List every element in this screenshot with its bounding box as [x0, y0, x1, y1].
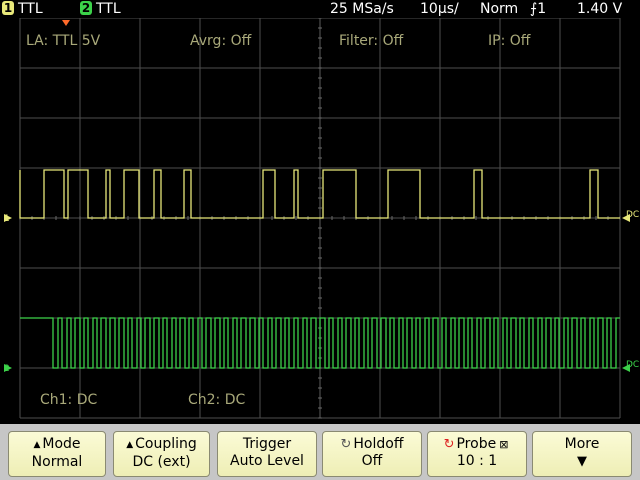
- trigger-label: Trigger: [242, 436, 292, 452]
- probe-label: Probe: [456, 436, 497, 452]
- ch1-right-label: DC: [626, 210, 639, 220]
- ch2-level-marker[interactable]: 2: [4, 364, 12, 374]
- more-label: More: [564, 436, 600, 452]
- ch2-label: TTL: [96, 1, 121, 17]
- trigger-position-marker: [62, 20, 70, 26]
- filter-label: Filter: Off: [339, 33, 404, 49]
- coupling-softkey[interactable]: ▲ Coupling DC (ext): [113, 431, 210, 477]
- ch2-status: 2 TTL: [80, 0, 121, 18]
- ch1-coupling-label: Ch1: DC: [40, 392, 98, 408]
- waveform-display[interactable]: 1 2 DC DC LA: TTL 5V Avrg: Off Filter: O…: [0, 18, 640, 424]
- avrg-label: Avrg: Off: [190, 33, 252, 49]
- ch2-badge: 2: [80, 1, 92, 15]
- timebase: 10µs/: [420, 1, 459, 17]
- ch2-waveform: [20, 317, 620, 369]
- la-label: LA: TTL 5V: [26, 33, 101, 49]
- rotate-knob-icon: ↻: [340, 437, 352, 452]
- up-triangle-icon: ▲: [33, 440, 41, 450]
- mode-softkey[interactable]: ▲ Mode Normal: [8, 431, 106, 477]
- ch1-marker-label: 1: [4, 214, 10, 224]
- ch2-right-marker: DC: [622, 360, 639, 372]
- down-arrow-icon: ▼: [577, 454, 587, 469]
- trigger-source-value: 1: [537, 1, 547, 17]
- up-triangle-icon: ▲: [126, 440, 134, 450]
- trigger-mode: Norm: [480, 1, 519, 17]
- probe-value: 10 : 1: [456, 453, 498, 469]
- holdoff-label: Holdoff: [353, 436, 404, 452]
- trigger-softkey[interactable]: Trigger Auto Level: [217, 431, 317, 477]
- ch2-right-label: DC: [626, 360, 639, 370]
- mode-value: Normal: [31, 454, 83, 470]
- coupling-value: DC (ext): [132, 454, 191, 470]
- ch1-badge: 1: [2, 1, 14, 15]
- waveform-chart: 1 2 DC DC: [4, 18, 639, 419]
- ch1-level-marker[interactable]: 1: [4, 214, 12, 224]
- trigger-source: ⨍1: [530, 0, 546, 18]
- ch1-status: 1 TTL: [2, 0, 43, 18]
- probe-softkey[interactable]: ↻ Probe ⊠ 10 : 1: [427, 431, 527, 477]
- ip-label: IP: Off: [488, 33, 531, 49]
- rotate-knob-icon: ↻: [443, 437, 455, 452]
- ch2-coupling-label: Ch2: DC: [188, 392, 246, 408]
- mode-label: Mode: [42, 436, 81, 452]
- close-box-icon: ⊠: [499, 438, 509, 451]
- ch1-right-marker: DC: [622, 210, 639, 222]
- softkey-bar: ▲ Mode Normal ▲ Coupling DC (ext) Trigger …: [0, 424, 640, 480]
- more-softkey[interactable]: More ▼: [532, 431, 632, 477]
- coupling-label: Coupling: [135, 436, 197, 452]
- ch2-marker-label: 2: [4, 364, 10, 374]
- trigger-value: Auto Level: [230, 453, 304, 469]
- trigger-level: 1.40 V: [577, 1, 623, 17]
- holdoff-value: Off: [361, 453, 383, 469]
- status-bar: 1 TTL 2 TTL 25 MSa/s 10µs/ Norm ⨍1 1.40 V: [0, 0, 640, 18]
- holdoff-softkey[interactable]: ↻ Holdoff Off: [322, 431, 422, 477]
- ch1-label: TTL: [18, 1, 43, 17]
- sample-rate: 25 MSa/s: [330, 1, 394, 17]
